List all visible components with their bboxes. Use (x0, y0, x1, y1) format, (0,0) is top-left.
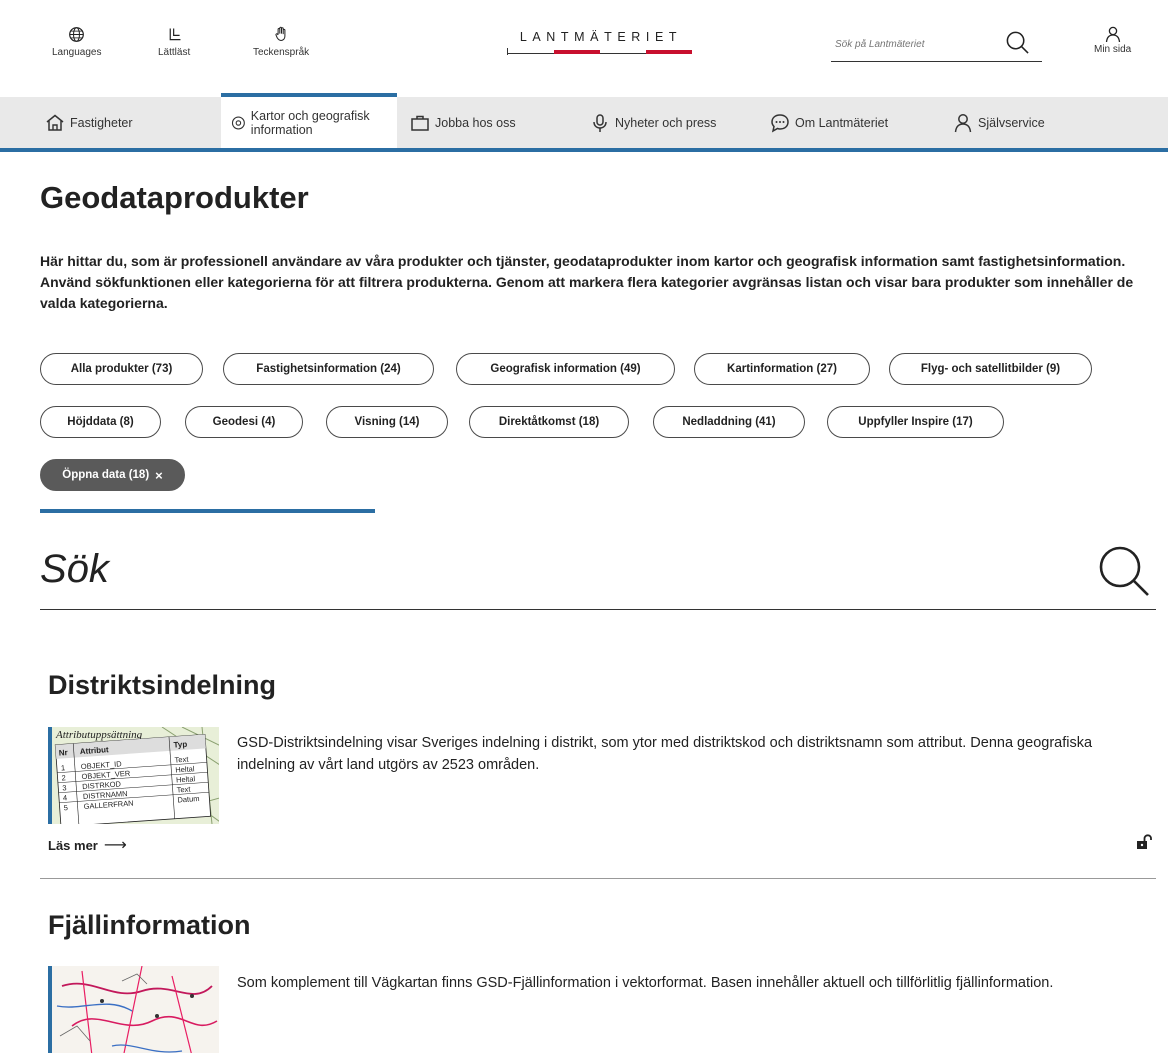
my-page-link[interactable]: Min sida (1094, 26, 1131, 55)
nav-item-om[interactable]: Om Lantmäteriet (770, 97, 888, 148)
product-card: Distriktsindelning Attributuppsättning N… (40, 670, 1156, 854)
thumb-caption: Attributuppsättning (55, 729, 143, 741)
open-lock-icon (1137, 834, 1152, 849)
top-bar: Languages Lättläst Teckenspråk LANTMÄTER… (0, 0, 1168, 97)
nav-item-fastigheter[interactable]: Fastigheter (45, 97, 133, 148)
filter-chip[interactable]: Nedladdning (41) (653, 406, 805, 438)
nav-item-nyheter[interactable]: Nyheter och press (590, 97, 716, 148)
filter-chip[interactable]: Höjddata (8) (40, 406, 161, 438)
languages-link[interactable]: Languages (52, 26, 102, 58)
sign-language-icon (275, 26, 285, 41)
thumb-header: Typ (173, 740, 187, 750)
filter-chip-label: Öppna data (18) (62, 469, 150, 481)
thumb-cell: 2 (61, 773, 66, 782)
languages-label: Languages (52, 47, 102, 58)
product-search-input[interactable] (40, 530, 940, 608)
product-card: Fjällinformation Som komplement till Väg… (40, 910, 1156, 1053)
arrow-right-icon: ⟶ (103, 837, 127, 854)
search-icon[interactable] (1096, 543, 1152, 599)
sign-language-label: Teckenspråk (253, 47, 310, 58)
easy-read-label: Lättläst (158, 47, 191, 58)
product-title[interactable]: Distriktsindelning (48, 670, 276, 701)
thumb-cell: Text (174, 755, 189, 765)
search-icon[interactable] (1005, 30, 1030, 55)
page-title: Geodataprodukter (40, 180, 309, 215)
briefcase-icon (411, 115, 429, 131)
logo-scale-bar (507, 48, 692, 55)
nav-item-sjalvservice[interactable]: Självservice (953, 97, 1045, 148)
product-description: Som komplement till Vägkartan finns GSD-… (237, 975, 1054, 991)
product-search (40, 530, 1156, 610)
nav-item-jobba[interactable]: Jobba hos oss (410, 97, 516, 148)
thumb-cell: Heltal (176, 774, 196, 784)
search-accent-bar (40, 509, 375, 513)
attribute-table-image: Attributuppsättning Nr Attribut Typ 1 OB… (52, 727, 219, 824)
thumb-cell: Heltal (175, 764, 195, 774)
mountain-map-image (52, 966, 219, 1053)
my-page-label: Min sida (1094, 44, 1132, 55)
filter-chip[interactable]: Flyg- och satellitbilder (9) (889, 353, 1092, 385)
thumb-cell: 1 (61, 763, 66, 772)
filter-chip[interactable]: Geodesi (4) (185, 406, 303, 438)
filter-chip[interactable]: Kartinformation (27) (694, 353, 870, 385)
thumb-cell: 5 (63, 803, 68, 812)
thumb-cell: 3 (62, 783, 67, 792)
product-divider (40, 878, 1156, 879)
location-pin-icon (231, 116, 245, 129)
close-icon[interactable]: × (155, 468, 163, 483)
thumb-cell: Text (176, 784, 191, 794)
nav-label: Självservice (978, 115, 1045, 130)
product-title[interactable]: Fjällinformation (48, 910, 251, 941)
site-search-input[interactable] (831, 34, 991, 55)
product-thumbnail[interactable] (48, 966, 219, 1053)
easy-read-icon (169, 28, 181, 41)
globe-icon (69, 27, 85, 42)
nav-label: Jobba hos oss (435, 115, 516, 130)
page-intro: Här hittar du, som är professionell anvä… (40, 253, 1134, 311)
nav-label: Nyheter och press (615, 115, 717, 130)
person-icon (1105, 26, 1120, 42)
nav-label: Om Lantmäteriet (795, 115, 889, 130)
microphone-icon (593, 113, 607, 132)
person-icon (954, 113, 972, 132)
filter-chip[interactable]: Direktåtkomst (18) (469, 406, 629, 438)
read-more-label: Läs mer (48, 837, 98, 853)
filter-chip[interactable]: Geografisk information (49) (456, 353, 675, 385)
thumb-cell: Datum (177, 794, 200, 805)
house-icon (46, 114, 64, 131)
nav-label: Fastigheter (70, 115, 133, 130)
thumb-header: Nr (59, 748, 68, 758)
filter-chip-active[interactable]: Öppna data (18) × (40, 459, 185, 491)
filter-chip[interactable]: Alla produkter (73) (40, 353, 203, 385)
lantmateriet-logo[interactable]: LANTMÄTERIET (507, 30, 692, 55)
logo-text: LANTMÄTERIET (519, 30, 683, 44)
easy-read-link[interactable]: Lättläst (158, 26, 190, 58)
product-description: GSD-Distriktsindelning visar Sveriges in… (237, 735, 1093, 773)
product-thumbnail[interactable]: Attributuppsättning Nr Attribut Typ 1 OB… (48, 727, 219, 824)
thumb-cell: 4 (63, 793, 68, 802)
sign-language-link[interactable]: Teckenspråk (253, 26, 309, 58)
filter-chip[interactable]: Fastighetsinformation (24) (223, 353, 434, 385)
site-search (831, 31, 1042, 62)
main-navigation: Fastigheter Kartor och geografisk inform… (0, 93, 1168, 152)
nav-item-kartor[interactable]: Kartor och geografisk information (221, 93, 397, 148)
filter-chip[interactable]: Visning (14) (326, 406, 448, 438)
nav-label: Kartor och geografisk information (250, 108, 370, 137)
chat-bubble-icon (771, 113, 789, 132)
filter-chip[interactable]: Uppfyller Inspire (17) (827, 406, 1004, 438)
read-more-link[interactable]: Läs mer ⟶ (48, 835, 127, 855)
